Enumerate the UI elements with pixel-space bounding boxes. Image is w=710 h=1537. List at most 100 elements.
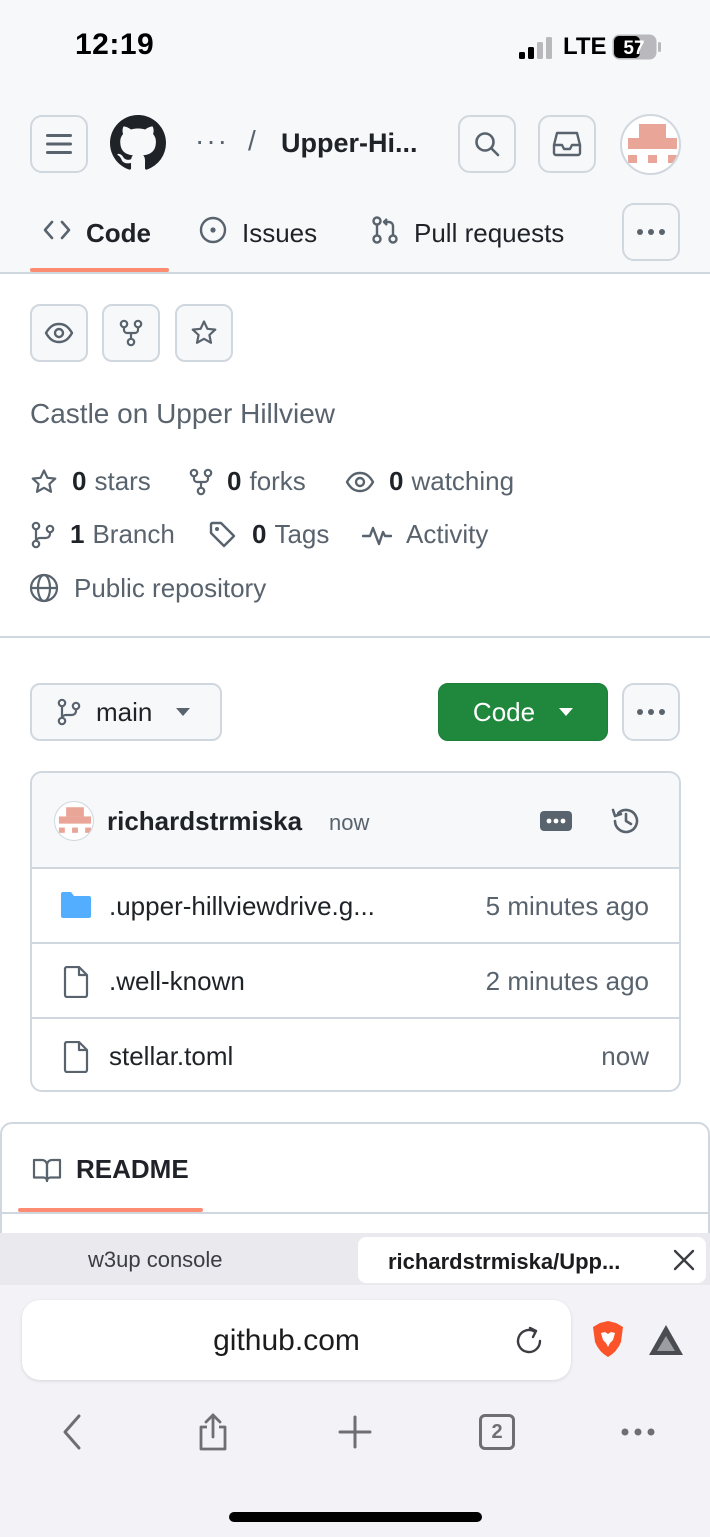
tag-icon — [209, 521, 236, 547]
tags-count: 0 — [252, 519, 267, 549]
cellular-signal-icon — [519, 37, 552, 59]
share-icon — [199, 1413, 227, 1451]
file-updated-time: 5 minutes ago — [485, 891, 649, 921]
forks-count: 0 — [227, 466, 242, 496]
github-header: ··· / Upper-Hi... Code Issues Pull reque… — [0, 95, 710, 274]
file-row[interactable]: .well-known 2 minutes ago — [32, 944, 679, 1019]
history-icon[interactable] — [610, 805, 642, 837]
browser-menu-button[interactable] — [616, 1410, 660, 1454]
forks-link[interactable]: 0 forks — [189, 466, 306, 497]
branches-label: Branch — [92, 519, 175, 549]
pull-request-icon — [372, 216, 398, 244]
file-name[interactable]: .well-known — [109, 966, 245, 997]
file-name[interactable]: stellar.toml — [109, 1041, 233, 1072]
hamburger-icon — [46, 134, 72, 154]
plus-icon — [338, 1415, 372, 1449]
close-icon[interactable] — [672, 1248, 696, 1272]
fork-icon — [189, 468, 213, 495]
chevron-left-icon — [63, 1414, 81, 1450]
tags-label: Tags — [274, 519, 330, 549]
issue-icon — [199, 216, 227, 244]
watching-link[interactable]: 0 watching — [345, 466, 514, 497]
folder-icon — [61, 892, 91, 918]
eye-icon — [345, 471, 375, 492]
reload-icon[interactable] — [513, 1325, 545, 1357]
repo-more-button[interactable] — [622, 683, 680, 741]
network-type: LTE — [563, 33, 607, 60]
ellipsis-icon[interactable] — [540, 811, 572, 831]
browser-tab-strip: w3up console richardstrmiska/Upp... — [0, 1233, 710, 1285]
battery-icon: 57 — [612, 34, 662, 60]
watch-button[interactable] — [30, 304, 88, 362]
github-logo-icon[interactable] — [110, 115, 166, 171]
readme-label: README — [76, 1154, 189, 1184]
tabs-button[interactable]: 2 — [475, 1410, 519, 1454]
search-icon — [475, 132, 500, 157]
readme-divider — [2, 1212, 708, 1214]
activity-label: Activity — [406, 519, 489, 549]
share-button[interactable] — [191, 1410, 235, 1454]
tab-pull-requests-label: Pull requests — [414, 218, 565, 248]
breadcrumb-more[interactable]: ··· — [195, 125, 229, 157]
back-button[interactable] — [50, 1410, 94, 1454]
inbox-button[interactable] — [538, 115, 596, 173]
watching-label: watching — [411, 466, 515, 496]
code-dropdown-button[interactable]: Code — [438, 683, 608, 741]
visibility-label: Public repository — [74, 572, 267, 603]
star-button[interactable] — [175, 304, 233, 362]
branches-count: 1 — [70, 519, 85, 549]
commit-author[interactable]: richardstrmiska — [107, 806, 302, 837]
file-row[interactable]: stellar.toml now — [32, 1019, 679, 1090]
search-button[interactable] — [458, 115, 516, 173]
commit-author-avatar[interactable] — [54, 801, 94, 841]
selected-tab-indicator — [30, 268, 169, 272]
brave-rewards-icon[interactable] — [647, 1323, 685, 1357]
activity-link[interactable]: Activity — [362, 519, 488, 550]
fork-icon — [119, 319, 143, 347]
menu-button[interactable] — [30, 115, 88, 173]
ellipsis-icon — [621, 1428, 655, 1436]
tab-code-label: Code — [86, 218, 151, 248]
file-name[interactable]: .upper-hillviewdrive.g... — [109, 891, 375, 922]
url-text: github.com — [213, 1324, 360, 1357]
public-repository: Public repository — [28, 572, 266, 604]
home-indicator[interactable] — [229, 1512, 482, 1522]
file-updated-time: now — [601, 1041, 649, 1071]
tab-code[interactable]: Code — [42, 205, 151, 273]
tags-link[interactable]: 0 Tags — [208, 519, 329, 550]
file-icon — [63, 966, 89, 998]
tab-pull-requests[interactable]: Pull requests — [370, 205, 564, 273]
branch-selector[interactable]: main — [30, 683, 222, 741]
breadcrumb-repo-name[interactable]: Upper-Hi... — [281, 128, 418, 159]
browser-nav-bar: 2 — [0, 1410, 710, 1460]
kebab-horizontal-icon — [637, 709, 665, 715]
repo-description: Castle on Upper Hillview — [30, 398, 336, 429]
kebab-horizontal-icon — [637, 229, 665, 235]
new-tab-button[interactable] — [333, 1410, 377, 1454]
file-updated-time: 2 minutes ago — [485, 966, 649, 996]
code-button-label: Code — [472, 696, 536, 727]
browser-tab-w3up-console[interactable]: w3up console — [88, 1247, 223, 1273]
git-branch-icon — [57, 698, 81, 726]
stars-label: stars — [94, 466, 151, 496]
forks-label: forks — [249, 466, 306, 496]
star-icon — [31, 468, 57, 493]
globe-icon — [29, 573, 59, 603]
tabs-more-button[interactable] — [622, 203, 680, 261]
brave-shield-icon[interactable] — [590, 1320, 626, 1358]
browser-tab-active[interactable]: richardstrmiska/Upp... — [358, 1237, 706, 1283]
status-bar: 12:19 LTE 57 — [0, 0, 710, 95]
readme-panel: README — [0, 1122, 710, 1242]
file-icon — [63, 1041, 89, 1073]
fork-button[interactable] — [102, 304, 160, 362]
eye-icon — [44, 322, 74, 344]
commit-time: now — [329, 810, 370, 835]
branch-name: main — [96, 696, 153, 727]
user-avatar[interactable] — [620, 114, 681, 175]
file-row[interactable]: .upper-hillviewdrive.g... 5 minutes ago — [32, 869, 679, 944]
tab-issues[interactable]: Issues — [198, 205, 317, 273]
stars-link[interactable]: 0 stars — [30, 466, 151, 497]
readme-tab[interactable]: README — [32, 1154, 189, 1185]
address-bar[interactable]: github.com — [22, 1300, 571, 1380]
branches-link[interactable]: 1 Branch — [30, 519, 175, 550]
